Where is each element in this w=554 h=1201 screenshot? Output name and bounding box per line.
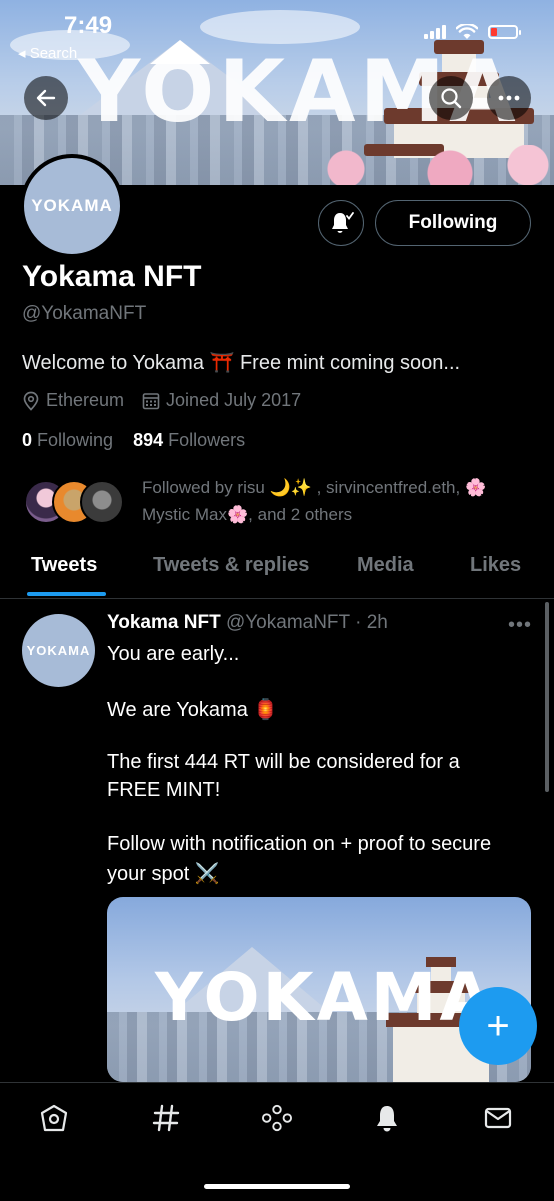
banner-blossom (294, 145, 554, 185)
profile-avatar-text: YOKAMA (31, 196, 113, 215)
notifications-icon (377, 1106, 397, 1132)
wifi-icon (456, 24, 478, 39)
bell-check-icon (332, 212, 354, 233)
ellipsis-icon (498, 95, 520, 101)
profile-counts: 0 Following 894 Followers (22, 430, 245, 451)
profile-name: Yokama NFT (22, 260, 202, 293)
bottom-navigation (0, 1082, 554, 1201)
location-pin-icon (23, 391, 39, 411)
tweet-author-name[interactable]: Yokama NFT (107, 612, 221, 633)
media-logo-text: YOKAMA (155, 959, 494, 1036)
following-count-label: Following (37, 430, 114, 450)
tab-likes[interactable]: Likes (470, 554, 521, 577)
nav-explore[interactable] (151, 1103, 181, 1133)
profile-meta: Ethereum Joined July 2017 (22, 390, 311, 411)
tweet-text-line: your spot ⚔️ (107, 863, 220, 885)
profile-location-text: Ethereum (46, 390, 125, 410)
status-time: 7:49 (64, 12, 113, 39)
followed-by-avatars[interactable] (24, 480, 134, 524)
battery-icon (488, 25, 521, 39)
tweet-text-line: The first 444 RT will be considered for … (107, 751, 460, 773)
profile-avatar[interactable]: YOKAMA (20, 154, 124, 258)
tab-tweets-and-replies[interactable]: Tweets & replies (153, 554, 309, 577)
followed-by-line: Followed by risu 🌙✨ , sirvincentfred.eth… (142, 478, 487, 497)
back-button[interactable] (24, 76, 68, 120)
tweet-author-avatar[interactable]: YOKAMA (22, 614, 95, 687)
following-count-link[interactable]: 0 Following (22, 430, 113, 450)
profile-joined-text: Joined July 2017 (166, 390, 302, 410)
follower-avatar (80, 480, 124, 524)
nav-messages[interactable] (483, 1103, 513, 1133)
home-icon (40, 1104, 68, 1132)
tab-tweets[interactable]: Tweets (31, 554, 97, 577)
following-button[interactable]: Following (375, 200, 531, 246)
more-options-button[interactable] (487, 76, 531, 120)
followers-count-link[interactable]: 894 Followers (133, 430, 245, 450)
following-count: 0 (22, 430, 33, 450)
active-tab-indicator (27, 592, 106, 596)
tweet-header: Yokama NFT @YokamaNFT · 2h (107, 612, 388, 634)
followed-by-text[interactable]: Followed by risu 🌙✨ , sirvincentfred.eth… (142, 474, 532, 528)
tweet-more-icon[interactable]: ••• (508, 614, 532, 637)
tweet-text-line: You are early... (107, 643, 240, 665)
followers-count-label: Followers (168, 430, 246, 450)
tweet-media-image[interactable]: YOKAMA (107, 897, 531, 1082)
tweet-avatar-text: YOKAMA (26, 643, 91, 658)
profile-handle: @YokamaNFT (22, 303, 147, 324)
followed-by-line: Mystic Max🌸, and 2 others (142, 505, 353, 524)
nav-home[interactable] (39, 1103, 69, 1133)
status-indicators (424, 24, 521, 40)
home-indicator (204, 1184, 350, 1189)
status-back-to-search[interactable]: ◂ Search (18, 44, 77, 62)
tweet-text-line: We are Yokama 🏮 (107, 699, 279, 721)
profile-location: Ethereum (22, 390, 124, 411)
scrollbar[interactable] (545, 602, 549, 792)
spaces-icon (262, 1104, 292, 1132)
cellular-signal-icon (424, 25, 446, 39)
profile-joined: Joined July 2017 (142, 390, 301, 411)
tab-media[interactable]: Media (357, 554, 414, 577)
profile-tabs: Tweets Tweets & replies Media Likes (0, 546, 554, 599)
tweet-text-line: Follow with notification on + proof to s… (107, 833, 492, 855)
search-button[interactable] (429, 76, 473, 120)
compose-tweet-button[interactable]: + (459, 987, 537, 1065)
messages-icon (484, 1107, 512, 1129)
explore-icon (152, 1104, 180, 1132)
search-icon (441, 88, 462, 109)
nav-notifications[interactable] (372, 1103, 402, 1133)
tweet-handle-time: @YokamaNFT · 2h (225, 612, 388, 633)
profile-bio: Welcome to Yokama ⛩️ Free mint coming so… (22, 352, 461, 374)
nav-spaces[interactable] (262, 1103, 292, 1133)
banner-cloud (200, 10, 360, 44)
calendar-icon (142, 392, 160, 409)
tweet-text-line: FREE MINT! (107, 779, 221, 801)
arrow-left-icon (36, 89, 56, 107)
followers-count: 894 (133, 430, 164, 450)
notifications-subscribe-button[interactable] (318, 200, 364, 246)
